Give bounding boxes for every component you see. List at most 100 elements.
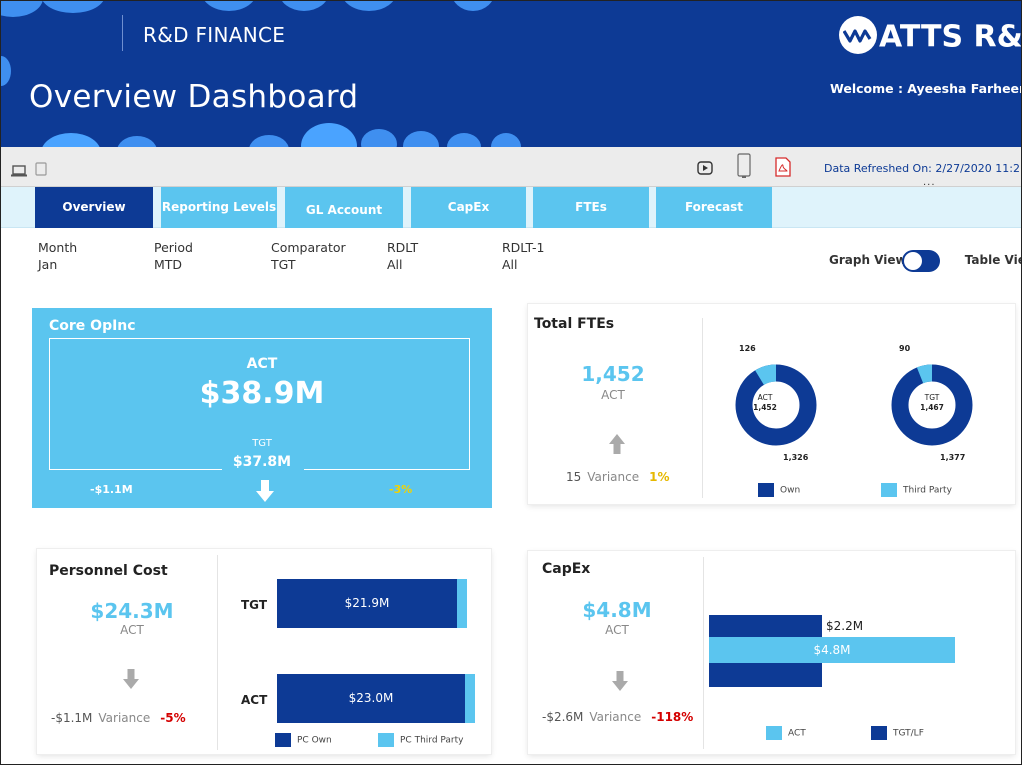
- tablet-icon[interactable]: [35, 161, 47, 180]
- tab-overview[interactable]: Overview: [35, 187, 153, 228]
- legend-label: ACT: [788, 728, 806, 739]
- bar-pc-own: $21.9M: [277, 579, 457, 628]
- divider: [703, 557, 704, 749]
- view-toggle-switch[interactable]: [902, 250, 940, 272]
- header-decor-dot: [249, 135, 289, 147]
- header-decor-dot: [361, 129, 397, 147]
- header-decor-dot: [201, 1, 257, 11]
- header-decor-dot: [117, 136, 157, 147]
- header-decor-dot: [301, 123, 357, 147]
- kpi-value: 1,452: [581, 362, 645, 386]
- bar-act: $4.8M: [709, 637, 955, 663]
- navigation-tabs: Overview Reporting Levels GL Account Cap…: [1, 187, 1021, 228]
- filter-rdlt[interactable]: RDLT All: [387, 239, 418, 273]
- header-decor-dot: [41, 133, 101, 147]
- donut-center-value: 1,467: [920, 403, 944, 412]
- welcome-message: Welcome : Ayeesha Farheen: [830, 81, 1022, 96]
- variance-row: -$2.6M Variance -118%: [542, 710, 693, 724]
- card-title: CapEx: [542, 561, 591, 577]
- arrow-down-icon: [612, 671, 628, 695]
- variance-value: -$1.1M: [90, 483, 133, 496]
- filter-value: TGT: [271, 257, 296, 272]
- kpi-label: ACT: [601, 388, 625, 402]
- filter-label: RDLT: [387, 240, 419, 255]
- variance-row: -$1.1M Variance -5%: [51, 711, 186, 725]
- personnel-cost-card[interactable]: Personnel Cost $24.3M ACT -$1.1M Variance…: [37, 549, 491, 754]
- legend-label: Own: [780, 485, 801, 496]
- company-logo: ATTS R&D: [839, 16, 1022, 57]
- tgt-label: TGT: [252, 438, 272, 449]
- legend-own: Own: [758, 483, 800, 497]
- legend-label: PC Own: [297, 735, 332, 746]
- card-title: Total FTEs: [534, 316, 615, 332]
- filter-rdlt-1[interactable]: RDLT-1 All: [502, 239, 545, 273]
- divider: [217, 555, 218, 750]
- tab-capex[interactable]: CapEx: [411, 187, 526, 228]
- legend-label: Third Party: [903, 485, 952, 496]
- legend-label: PC Third Party: [400, 735, 464, 746]
- card-title: Personnel Cost: [49, 563, 168, 579]
- header-decor-dot: [279, 1, 329, 11]
- bar-row-label: ACT: [241, 693, 268, 707]
- donut-third-party-segment: [755, 364, 777, 386]
- total-ftes-card[interactable]: Total FTEs 1,452 ACT 15 Variance 1% 126 AC…: [528, 304, 1015, 504]
- filter-value: All: [387, 257, 403, 272]
- filter-value: Jan: [38, 257, 58, 272]
- donut-center-label: ACT: [757, 393, 773, 402]
- pdf-icon[interactable]: [775, 157, 791, 181]
- filter-comparator[interactable]: Comparator TGT: [271, 239, 346, 273]
- header-decor-dot: [1, 56, 11, 86]
- legend-label: TGT/LF: [893, 728, 924, 739]
- act-value: $38.9M: [199, 376, 325, 411]
- legend-tgt-lf: TGT/LF: [871, 726, 924, 740]
- variance-label: Variance: [587, 470, 640, 484]
- table-view-label: Table View: [964, 253, 1021, 267]
- tab-reporting-levels[interactable]: Reporting Levels: [161, 187, 277, 228]
- arrow-down-icon: [256, 480, 274, 506]
- tab-forecast[interactable]: Forecast: [656, 187, 772, 228]
- header-decor-dot: [451, 1, 495, 11]
- kpi-label: ACT: [120, 623, 144, 637]
- department-name: R&D FINANCE: [143, 23, 286, 47]
- variance-label: Variance: [589, 710, 642, 724]
- phone-icon[interactable]: [737, 153, 751, 183]
- toolbar: Data Refreshed On: 2/27/2020 11:21: ...: [1, 147, 1022, 188]
- filter-value: All: [502, 257, 518, 272]
- donut-tgt-large-label: 1,377: [940, 453, 966, 462]
- bar-pc-third-party: [457, 579, 467, 628]
- donut-center-value: 1,452: [753, 403, 777, 412]
- arrow-down-icon: [123, 669, 139, 693]
- core-opinc-card[interactable]: Core OpInc ACT $38.9M TGT $37.8M -$1.1M …: [32, 308, 492, 508]
- filter-value: MTD: [154, 257, 183, 272]
- kpi-value: $4.8M: [582, 598, 652, 622]
- tgt-value: $37.8M: [232, 454, 292, 470]
- header-separator: [122, 15, 123, 51]
- legend-act: ACT: [766, 726, 806, 740]
- laptop-icon[interactable]: [11, 162, 27, 181]
- filter-month[interactable]: Month Jan: [38, 239, 77, 273]
- arrow-up-icon: [609, 434, 625, 458]
- filter-period[interactable]: Period MTD: [154, 239, 193, 273]
- variance-percent: -118%: [651, 710, 694, 724]
- filter-label: Period: [154, 240, 193, 255]
- donut-third-party-segment: [916, 364, 933, 384]
- capex-card[interactable]: CapEx $4.8M ACT -$2.6M Variance -118% $2.2…: [528, 551, 1015, 754]
- header-decor-dot: [447, 133, 481, 147]
- variance-value: -$1.1M: [51, 711, 93, 725]
- bar-tgt-lf-label: $2.2M: [826, 619, 864, 633]
- legend-pc-third-party: PC Third Party: [378, 733, 463, 747]
- view-toggle-group: Graph View Table View: [829, 250, 1021, 272]
- header-banner: R&D FINANCE Overview Dashboard ATTS R&D …: [1, 1, 1022, 147]
- header-decor-dot: [403, 131, 439, 147]
- tab-ftes[interactable]: FTEs: [533, 187, 649, 228]
- header-decor-dot: [41, 1, 105, 13]
- tab-gl-account[interactable]: GL Account: [285, 187, 403, 228]
- logo-text: ATTS R&D: [879, 19, 1022, 55]
- donut-act-small-label: 126: [739, 344, 756, 353]
- donut-center-label: TGT: [924, 393, 940, 402]
- play-icon[interactable]: [697, 160, 713, 179]
- legend-third-party: Third Party: [881, 483, 952, 497]
- card-title: Core OpInc: [49, 318, 136, 334]
- donut-act-large-label: 1,326: [783, 453, 809, 462]
- data-refresh-timestamp: Data Refreshed On: 2/27/2020 11:21:: [824, 162, 1022, 175]
